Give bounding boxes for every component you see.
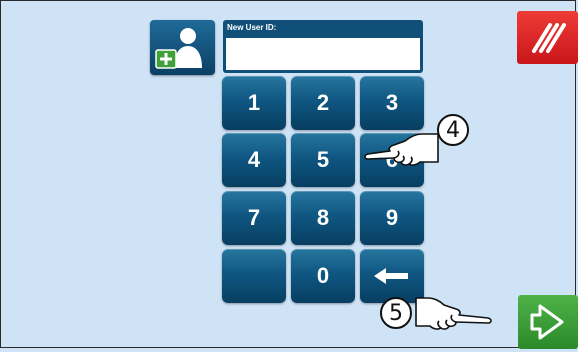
key-2[interactable]: 2 xyxy=(291,76,355,130)
key-3[interactable]: 3 xyxy=(360,76,424,130)
key-8[interactable]: 8 xyxy=(291,191,355,245)
new-user-id-panel: New User ID: xyxy=(223,20,423,73)
backspace-icon xyxy=(374,268,408,284)
key-1[interactable]: 1 xyxy=(222,76,286,130)
arrow-right-icon xyxy=(530,304,564,340)
new-user-id-label: New User ID: xyxy=(227,23,277,32)
pointing-hand-icon xyxy=(364,133,439,166)
clear-icon xyxy=(532,23,566,53)
add-user-button[interactable] xyxy=(150,20,215,75)
key-9[interactable]: 9 xyxy=(360,191,424,245)
key-blank[interactable] xyxy=(222,249,286,303)
key-0[interactable]: 0 xyxy=(291,249,355,303)
clear-button[interactable] xyxy=(517,11,578,64)
key-4[interactable]: 4 xyxy=(222,133,286,187)
add-user-icon xyxy=(155,28,202,69)
new-user-id-input[interactable] xyxy=(226,38,420,70)
step-5-badge: 5 xyxy=(380,297,412,329)
key-7[interactable]: 7 xyxy=(222,191,286,245)
confirm-button[interactable] xyxy=(518,295,578,349)
pointing-hand-icon xyxy=(415,297,492,330)
step-4-badge: 4 xyxy=(437,114,469,146)
key-5[interactable]: 5 xyxy=(291,133,355,187)
